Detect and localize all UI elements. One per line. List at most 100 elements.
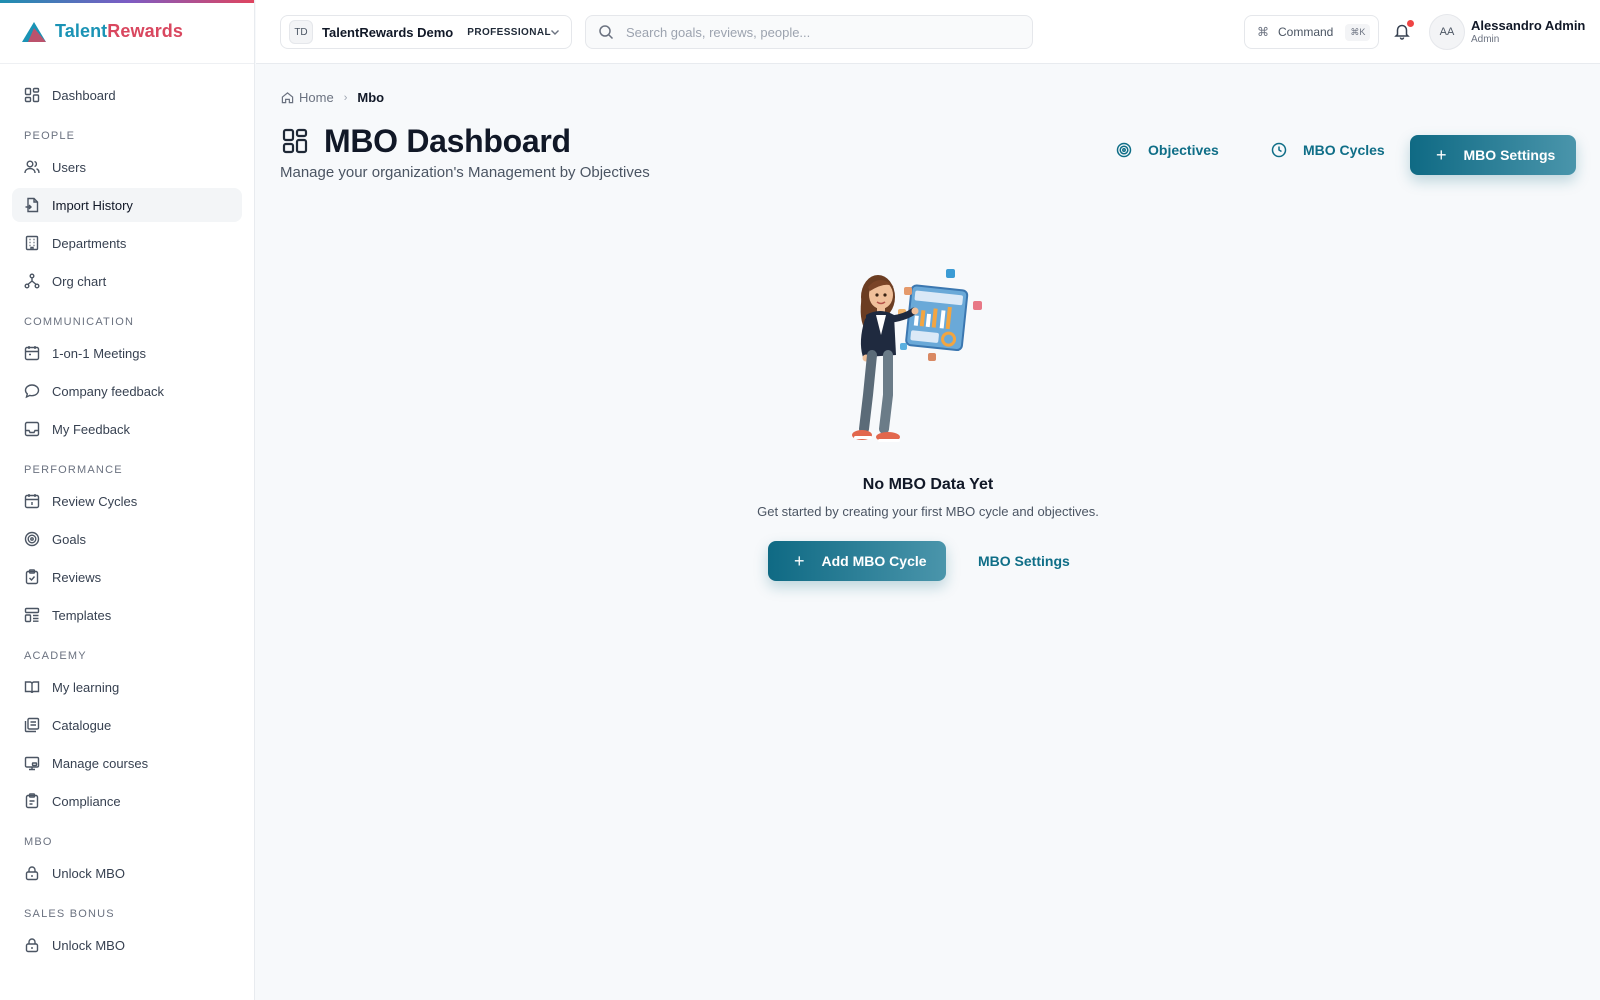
sidebar-item-my-feedback[interactable]: My Feedback (12, 412, 242, 446)
building-icon (24, 235, 40, 251)
sidebar-item-label: Unlock MBO (52, 865, 125, 881)
page-title: MBO Dashboard (324, 123, 571, 159)
sidebar-section-title: COMMUNICATION (24, 316, 135, 328)
sidebar-item-departments[interactable]: Departments (12, 226, 242, 260)
mbo-cycles-button[interactable]: MBO Cycles (1271, 142, 1385, 158)
page-subtitle: Manage your organization's Management by… (280, 164, 650, 181)
brand[interactable]: TalentRewards (0, 0, 254, 64)
org-chart-icon (24, 273, 40, 289)
clipboard-check-icon (24, 569, 40, 585)
sidebar-item-catalogue[interactable]: Catalogue (12, 708, 242, 742)
sidebar-item-meetings[interactable]: 1-on-1 Meetings (12, 336, 242, 370)
lock-icon (24, 937, 40, 953)
file-import-icon (24, 197, 40, 213)
sidebar-item-label: Manage courses (52, 755, 149, 771)
chevron-down-icon (551, 30, 559, 35)
sidebar-item-users[interactable]: Users (12, 150, 242, 184)
lock-icon (24, 865, 40, 881)
chat-bubble-icon (24, 383, 40, 399)
inbox-icon (24, 421, 40, 437)
triangle-logo-icon (22, 21, 46, 42)
sidebar-section-title: SALES BONUS (24, 908, 115, 920)
notifications-button[interactable] (1393, 20, 1414, 40)
sidebar-item-my-learning[interactable]: My learning (12, 670, 242, 704)
org-switcher[interactable]: TD TalentRewards Demo PROFESSIONAL (280, 15, 572, 49)
sidebar-item-unlock-sales-bonus[interactable]: Unlock MBO (12, 928, 242, 962)
search-icon (599, 25, 614, 40)
sidebar-item-label: Unlock MBO (52, 937, 125, 953)
sidebar-item-unlock-mbo[interactable]: Unlock MBO (12, 856, 242, 890)
screen-icon (24, 755, 40, 771)
sidebar-section-title: MBO (24, 836, 53, 848)
command-button[interactable]: ⌘ Command ⌘K (1244, 15, 1379, 49)
breadcrumb-current: Mbo (357, 90, 385, 105)
sidebar-item-label: Goals (52, 531, 86, 547)
sidebar-item-label: Org chart (52, 273, 107, 289)
search-bar[interactable] (585, 15, 1033, 49)
org-initials-badge: TD (289, 20, 313, 44)
sidebar-item-label: Compliance (52, 793, 121, 809)
clock-icon (1271, 142, 1287, 158)
brand-gradient-line (0, 0, 254, 3)
plus-icon: + (794, 550, 805, 571)
sidebar-item-reviews[interactable]: Reviews (12, 560, 242, 594)
sidebar-item-label: Reviews (52, 569, 102, 585)
sidebar-item-label: Templates (52, 607, 112, 623)
sidebar-section-title: PEOPLE (24, 130, 76, 142)
mbo-settings-button[interactable]: + MBO Settings (1410, 135, 1576, 175)
org-name: TalentRewards Demo (322, 24, 454, 40)
sidebar-item-label: 1-on-1 Meetings (52, 345, 146, 361)
objectives-label: Objectives (1148, 142, 1219, 158)
sidebar-item-label: Dashboard (52, 87, 116, 103)
dashboard-grid-icon (282, 128, 308, 154)
sidebar-item-label: Catalogue (52, 717, 112, 733)
add-mbo-cycle-label: Add MBO Cycle (821, 553, 927, 569)
sidebar-item-company-feedback[interactable]: Company feedback (12, 374, 242, 408)
search-input[interactable] (626, 24, 1006, 40)
breadcrumb-home[interactable]: Home (299, 90, 334, 105)
mbo-cycles-label: MBO Cycles (1303, 142, 1385, 158)
clipboard-icon (24, 793, 40, 809)
book-open-icon (24, 679, 40, 695)
command-icon: ⌘ (1257, 25, 1269, 39)
sidebar-item-compliance[interactable]: Compliance (12, 784, 242, 818)
top-bar: TD TalentRewards Demo PROFESSIONAL ⌘ Com… (256, 0, 1600, 64)
empty-state-illustration (852, 269, 982, 442)
objectives-button[interactable]: Objectives (1116, 142, 1219, 158)
sidebar-item-dashboard[interactable]: Dashboard (12, 78, 242, 112)
sidebar-item-manage-courses[interactable]: Manage courses (12, 746, 242, 780)
chevron-right-icon: › (343, 91, 348, 104)
sidebar-item-label: Company feedback (52, 383, 165, 399)
command-label: Command (1278, 25, 1334, 39)
user-name[interactable]: Alessandro Admin (1471, 18, 1585, 33)
template-icon (24, 607, 40, 623)
empty-state-description: Get started by creating your first MBO c… (757, 504, 1099, 519)
command-shortcut: ⌘K (1345, 23, 1371, 41)
calendar-icon (24, 345, 40, 361)
sidebar-section-title: ACADEMY (24, 650, 87, 662)
sidebar-item-import-history[interactable]: Import History (12, 188, 242, 222)
add-mbo-cycle-button[interactable]: + Add MBO Cycle (768, 541, 946, 581)
sidebar-item-goals[interactable]: Goals (12, 522, 242, 556)
dashboard-icon (24, 87, 40, 103)
mbo-settings-label: MBO Settings (1463, 147, 1556, 163)
sidebar-item-label: Import History (52, 197, 133, 213)
sidebar-item-label: Departments (52, 235, 127, 251)
mbo-settings-link[interactable]: MBO Settings (978, 553, 1070, 569)
empty-state-title: No MBO Data Yet (862, 476, 994, 493)
library-icon (24, 717, 40, 733)
target-icon (1116, 142, 1132, 158)
sidebar-item-label: Users (52, 159, 86, 175)
plan-badge: PROFESSIONAL (467, 26, 551, 38)
brand-name: TalentRewards (55, 21, 184, 41)
sidebar-item-org-chart[interactable]: Org chart (12, 264, 242, 298)
breadcrumb: Home › Mbo (281, 90, 384, 105)
avatar[interactable]: AA (1429, 14, 1465, 50)
sidebar: TalentRewards Dashboard PEOPLE Users Imp… (0, 0, 255, 1000)
sidebar-item-label: My Feedback (52, 421, 131, 437)
sidebar-item-templates[interactable]: Templates (12, 598, 242, 632)
target-icon (24, 531, 40, 547)
sidebar-item-label: My learning (52, 679, 120, 695)
users-icon (24, 159, 40, 175)
plus-icon: + (1436, 144, 1447, 165)
